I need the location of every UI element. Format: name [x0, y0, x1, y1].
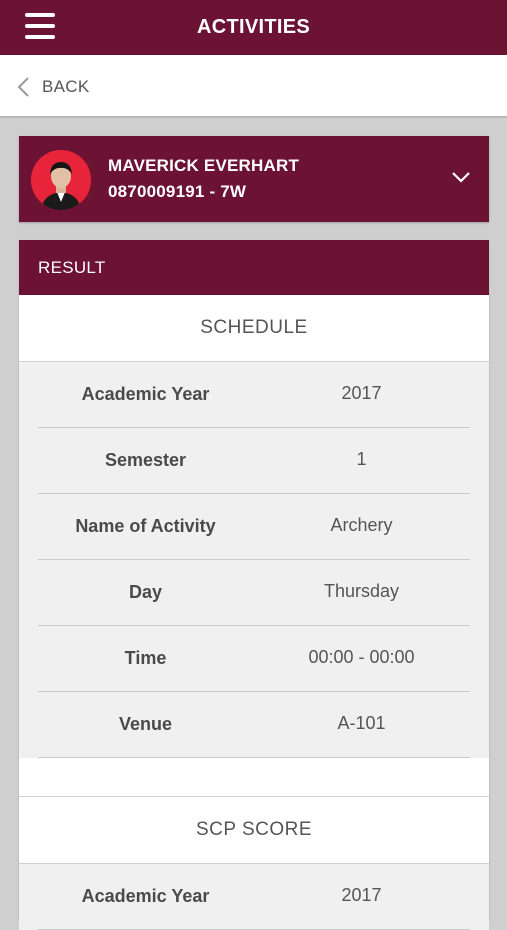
- back-bar: BACK: [0, 55, 507, 118]
- row-label: Time: [124, 648, 167, 668]
- student-id: 0870009191 - 7W: [108, 182, 247, 201]
- schedule-table: Academic Year 2017 Semester 1 Name of Ac…: [19, 362, 489, 758]
- table-row: Academic Year 2017: [38, 362, 470, 428]
- student-name: MAVERICK EVERHART: [108, 156, 300, 175]
- row-label: Academic Year: [81, 886, 210, 906]
- row-label: Academic Year: [81, 384, 210, 404]
- table-row: Day Thursday: [38, 560, 470, 626]
- result-header: RESULT: [19, 240, 489, 295]
- row-label: Name of Activity: [75, 516, 216, 536]
- scp-score-title: SCP SCORE: [19, 797, 489, 864]
- table-row: Academic Year 2017: [38, 864, 470, 930]
- chevron-left-icon: [17, 77, 29, 97]
- table-row: Time 00:00 - 00:00: [38, 626, 470, 692]
- table-row: Venue A-101: [38, 692, 470, 758]
- result-card: RESULT SCHEDULE Academic Year 2017 Semes…: [19, 240, 489, 930]
- table-row: Name of Activity Archery: [38, 494, 470, 560]
- row-value: Thursday: [323, 581, 400, 601]
- section-spacer: [19, 758, 489, 797]
- top-app-bar: ACTIVITIES: [0, 0, 507, 55]
- row-value: 00:00 - 00:00: [308, 647, 415, 667]
- scp-score-table: Academic Year 2017: [19, 864, 489, 930]
- student-selector[interactable]: MAVERICK EVERHART 0870009191 - 7W: [19, 136, 489, 222]
- row-label: Day: [128, 582, 163, 602]
- chevron-down-icon[interactable]: [451, 170, 471, 184]
- avatar: [31, 150, 91, 210]
- back-button[interactable]: BACK: [16, 73, 90, 101]
- row-value: Archery: [330, 515, 393, 535]
- row-value: 2017: [341, 885, 382, 905]
- page-title: ACTIVITIES: [196, 16, 310, 38]
- row-label: Semester: [104, 450, 187, 470]
- table-row: Semester 1: [38, 428, 470, 494]
- row-value: 2017: [341, 383, 382, 403]
- row-value: 1: [356, 449, 367, 469]
- back-label: BACK: [42, 77, 90, 96]
- schedule-title: SCHEDULE: [19, 295, 489, 362]
- row-label: Venue: [118, 714, 173, 734]
- row-value: A-101: [337, 713, 386, 733]
